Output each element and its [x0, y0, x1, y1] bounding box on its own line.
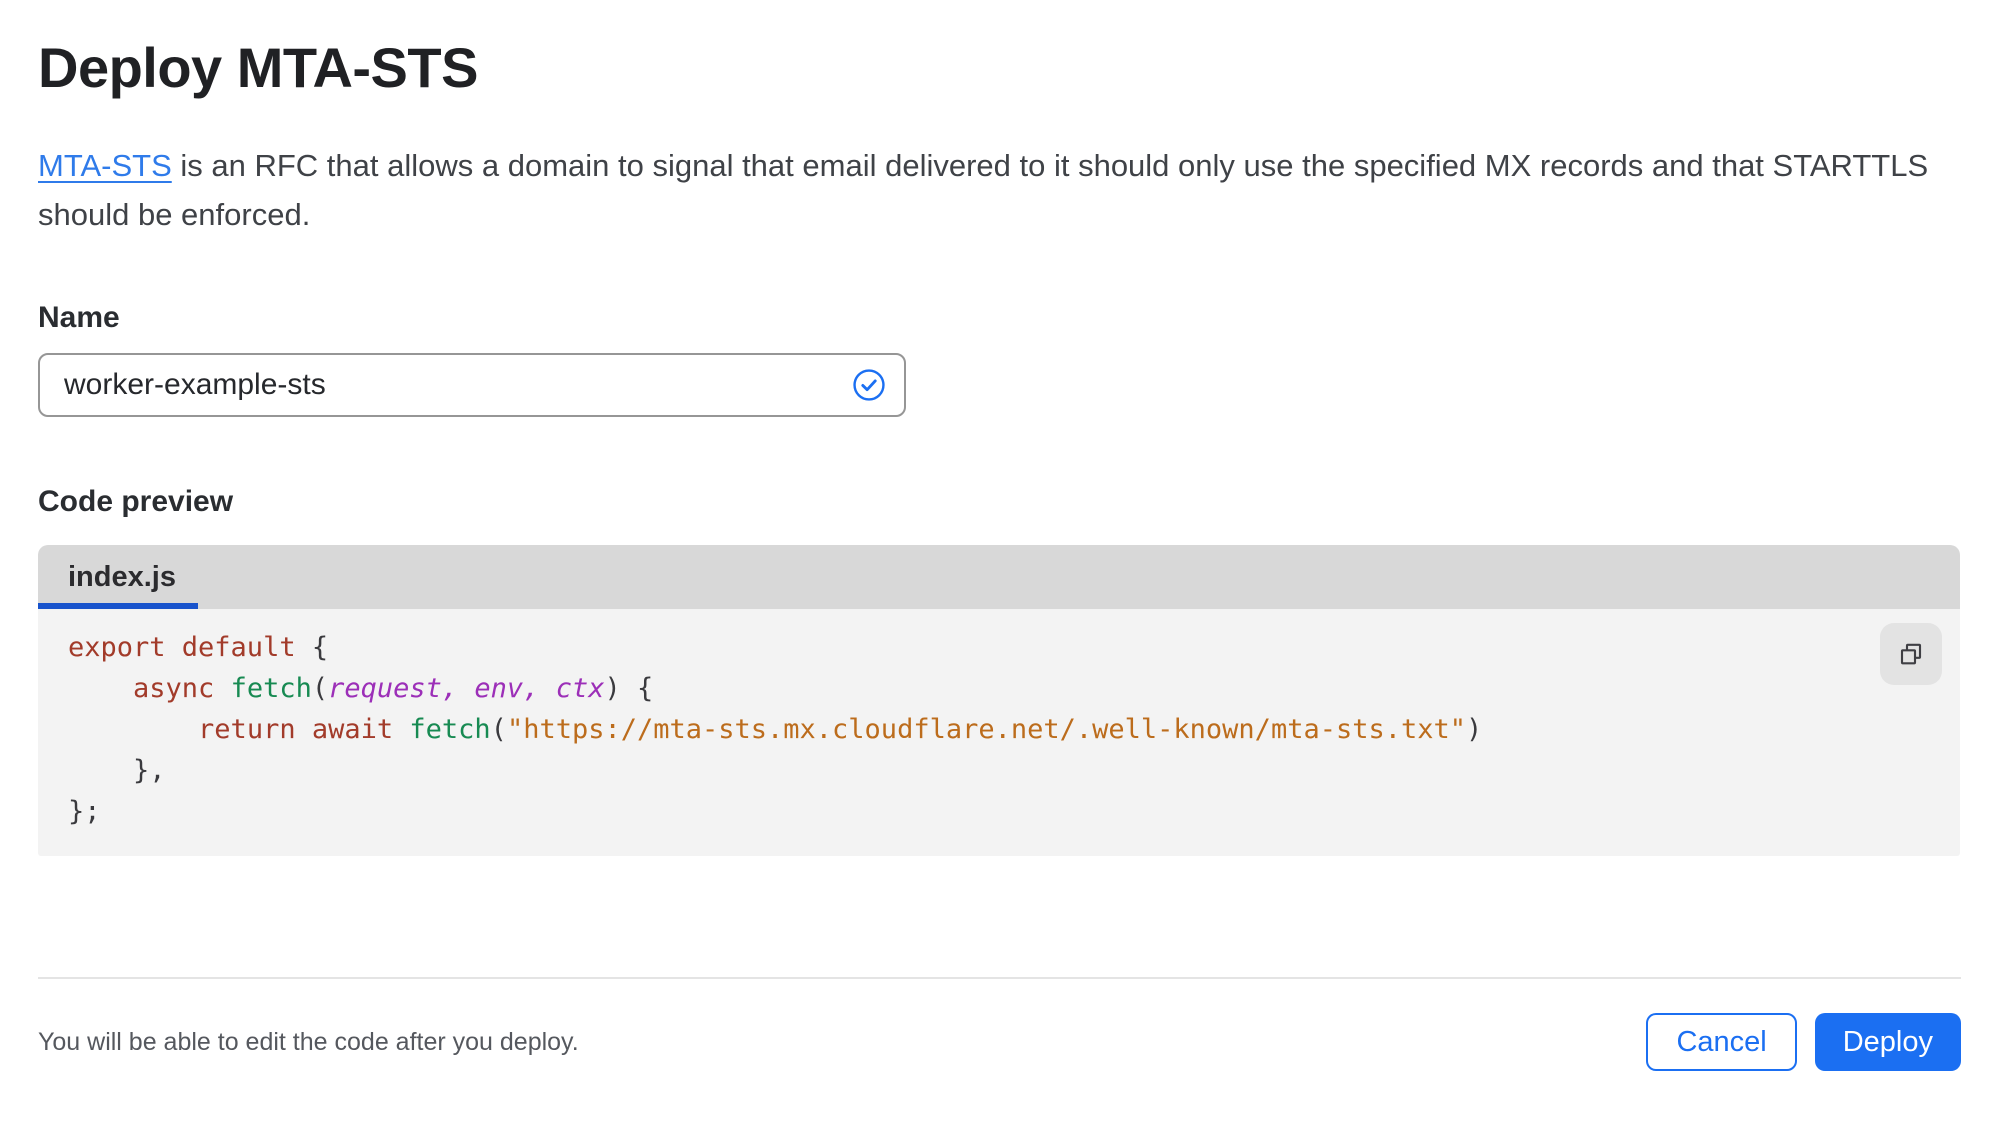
tab-index-js-label: index.js	[68, 560, 176, 593]
name-input-wrap	[38, 353, 906, 418]
code-editor: index.js export default { async fetch(re…	[38, 545, 1960, 857]
copy-button[interactable]	[1880, 623, 1942, 686]
check-circle-icon	[853, 369, 885, 401]
cancel-button[interactable]: Cancel	[1646, 1013, 1797, 1072]
code-line: };	[68, 796, 101, 828]
code-preview-label: Code preview	[38, 485, 234, 519]
name-input[interactable]	[38, 353, 906, 418]
page-description-text: is an RFC that allows a domain to signal…	[38, 148, 1929, 233]
name-label: Name	[38, 301, 120, 335]
mta-sts-link[interactable]: MTA-STS	[38, 148, 172, 183]
page-description: MTA-STS is an RFC that allows a domain t…	[38, 141, 1960, 239]
footer-actions: Cancel Deploy	[1646, 1013, 1961, 1072]
code-content: export default { async fetch(request, en…	[38, 627, 1960, 832]
deploy-mta-sts-page: Deploy MTA-STS MTA-STS is an RFC that al…	[0, 0, 1999, 1072]
deploy-note: You will be able to edit the code after …	[38, 1027, 579, 1056]
code-line: return await fetch("https://mta-sts.mx.c…	[198, 714, 1483, 746]
code-area: export default { async fetch(request, en…	[38, 609, 1960, 857]
copy-icon	[1900, 643, 1922, 665]
footer-divider	[38, 977, 1961, 980]
deploy-button[interactable]: Deploy	[1814, 1013, 1961, 1072]
page-title: Deploy MTA-STS	[38, 36, 478, 99]
tab-index-js[interactable]: index.js	[38, 545, 198, 610]
code-tab-bar: index.js	[38, 545, 1960, 610]
footer: You will be able to edit the code after …	[38, 1013, 1961, 1072]
code-line: async fetch(request, env, ctx) {	[133, 673, 654, 705]
code-line: export default {	[68, 632, 329, 664]
code-line: },	[68, 755, 166, 787]
